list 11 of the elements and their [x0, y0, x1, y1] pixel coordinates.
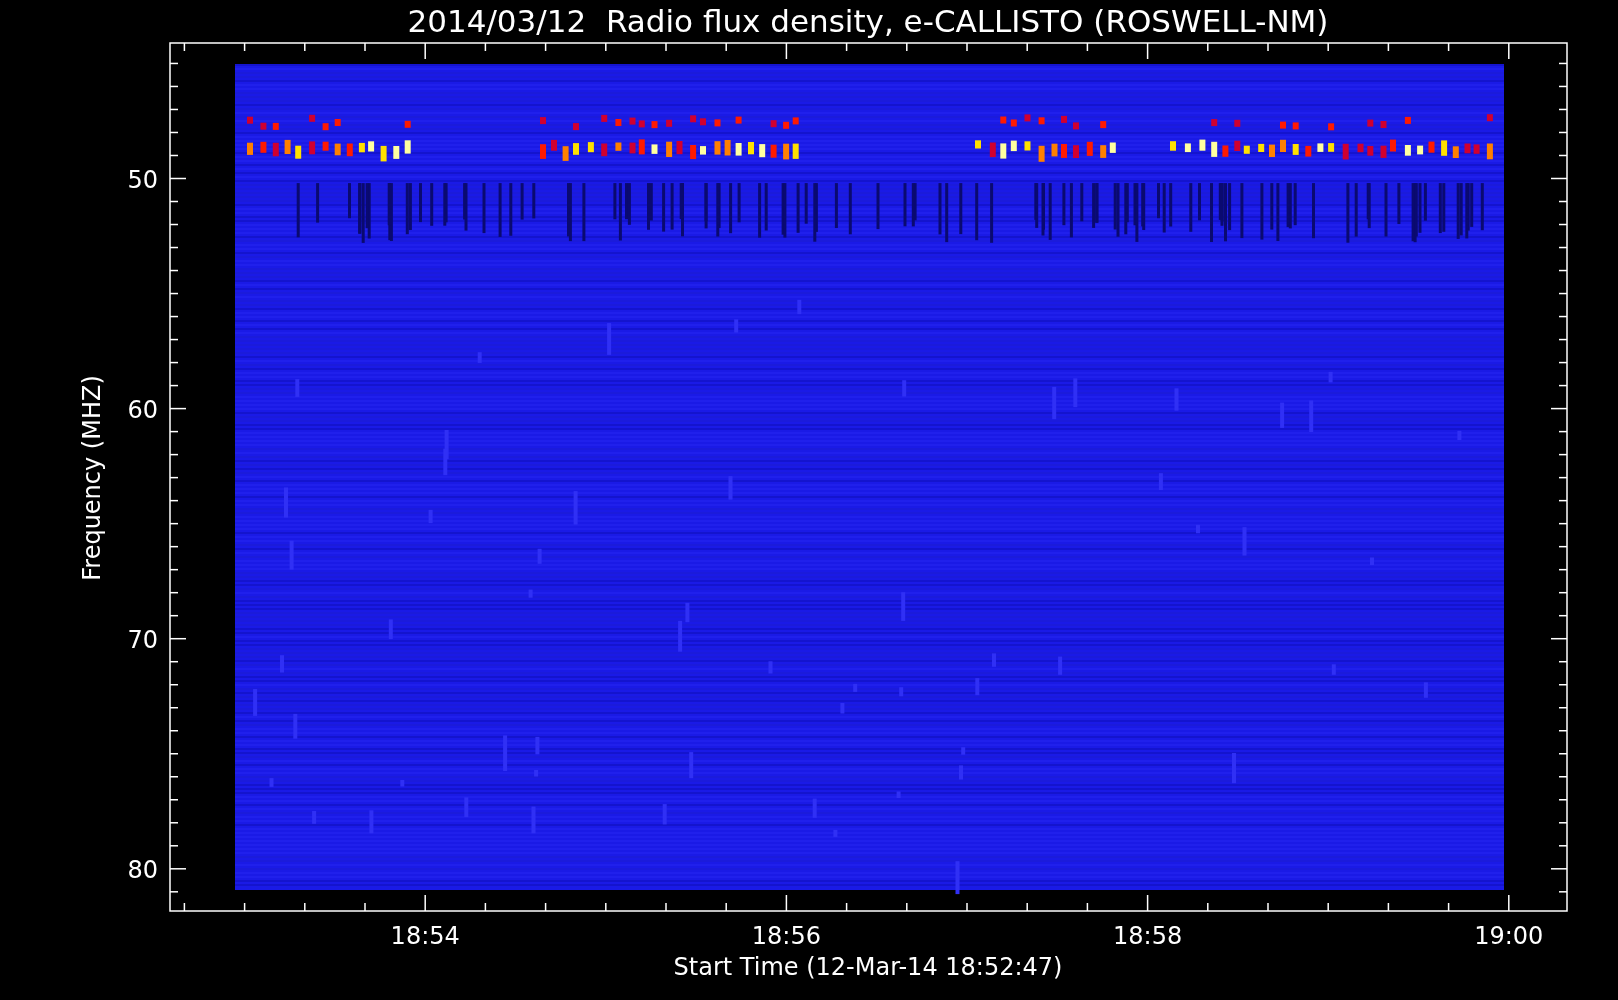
tick-label: 18:56: [751, 922, 821, 950]
axis-label: Frequency (MHZ): [78, 375, 106, 581]
axis-label: Start Time (12-Mar-14 18:52:47): [673, 953, 1063, 981]
tick-label: 80: [127, 855, 158, 884]
chart-title: 2014/03/12 Radio flux density, e-CALLISTO (ROSWELL-NM): [407, 3, 1329, 39]
tick-label: 19:00: [1474, 922, 1544, 950]
tick-label: 60: [127, 395, 158, 424]
tick-label: 50: [127, 165, 158, 194]
tick-label: 18:54: [390, 922, 460, 950]
tick-label: 70: [127, 625, 158, 654]
tick-label: 18:58: [1113, 922, 1183, 950]
